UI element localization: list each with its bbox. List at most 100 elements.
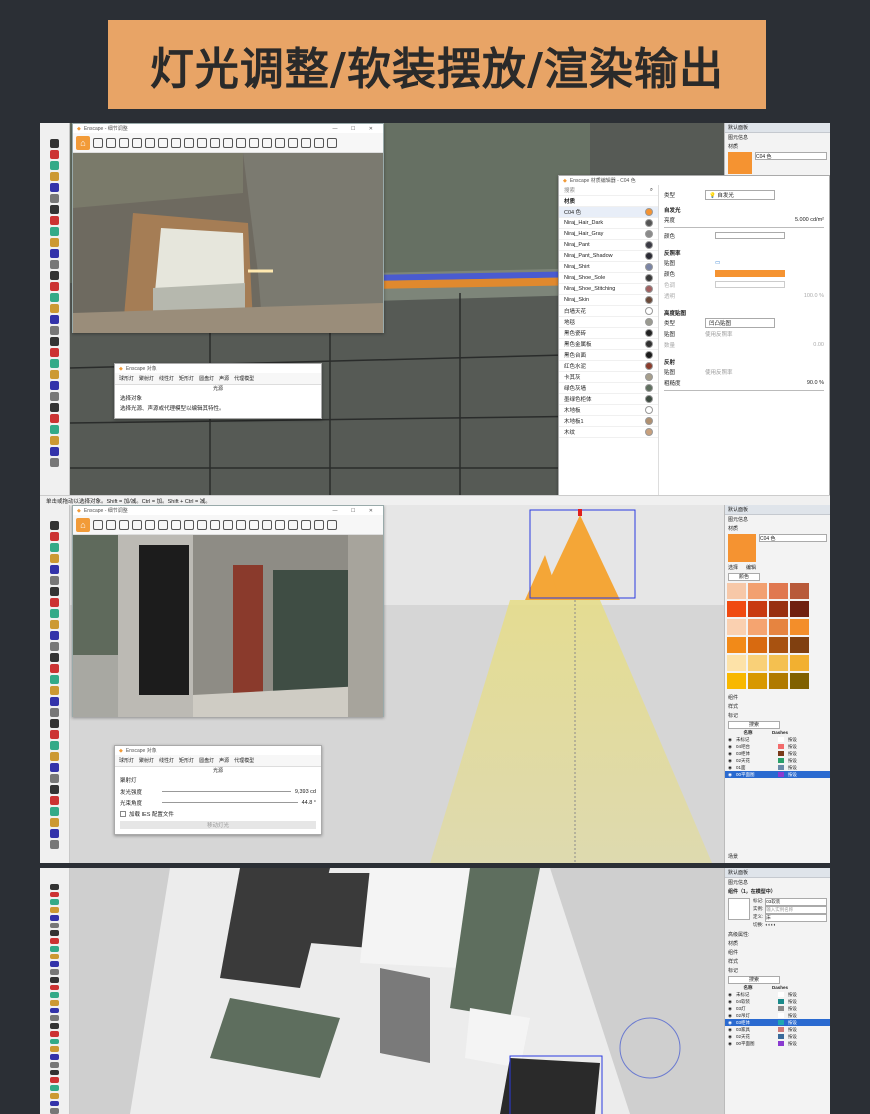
tool-icon[interactable] [50, 370, 59, 379]
tool-icon[interactable] [50, 414, 59, 423]
tag-row[interactable]: ◉ 00平面图 按设 [725, 771, 830, 778]
tag-dash[interactable]: 按设 [788, 737, 797, 743]
tool-icon[interactable] [50, 1030, 59, 1037]
tag-row[interactable]: ◉ 02天花 按设 [725, 757, 830, 764]
material-item[interactable]: 墨绿色柜体 [559, 394, 658, 405]
tool-disk-light[interactable]: 圆盘灯 [199, 757, 214, 764]
tool-icon[interactable] [50, 150, 59, 159]
tool-icon[interactable] [50, 914, 59, 921]
tray-entity[interactable]: 图元信息 [725, 515, 830, 524]
tag-color[interactable] [777, 992, 784, 997]
render-view-2[interactable] [73, 535, 383, 717]
tool-icon[interactable] [50, 447, 59, 456]
tool-icon[interactable] [50, 945, 59, 952]
tool-icon[interactable] [50, 752, 59, 761]
tool-icon[interactable] [50, 1077, 59, 1084]
window-controls[interactable]: — ☐ ✕ [333, 126, 379, 132]
tool-icon[interactable] [223, 137, 233, 148]
eye-icon[interactable]: ◉ [728, 758, 732, 764]
tool-icon[interactable] [197, 137, 207, 148]
sketchup-toolbar-3[interactable] [40, 868, 70, 1114]
tool-icon[interactable] [132, 137, 142, 148]
tag-dash[interactable]: 按设 [788, 1041, 797, 1047]
tag-dash[interactable]: 按设 [788, 758, 797, 764]
tool-icon[interactable] [50, 807, 59, 816]
tint-box[interactable] [715, 281, 786, 288]
tool-icon[interactable] [249, 519, 259, 530]
material-name[interactable]: C04 色 [755, 152, 827, 160]
tool-icon[interactable] [50, 930, 59, 937]
tool-rect-light[interactable]: 矩形灯 [179, 757, 194, 764]
tool-icon[interactable] [184, 519, 194, 530]
tool-icon[interactable] [50, 829, 59, 838]
tool-icon[interactable] [50, 139, 59, 148]
angle-value[interactable]: 44.8 ° [302, 800, 316, 806]
tag-value[interactable]: 03软装 [765, 898, 827, 906]
sketchup-toolbar-2[interactable] [40, 505, 70, 863]
tag-dash[interactable]: 按设 [788, 1006, 797, 1012]
tool-icon[interactable] [50, 403, 59, 412]
tray-tags[interactable]: 标记 [725, 711, 830, 720]
tool-icon[interactable] [50, 425, 59, 434]
tool-icon[interactable] [288, 137, 298, 148]
palette-select[interactable]: 颜色 [728, 573, 761, 581]
eye-icon[interactable]: ◉ [728, 1027, 732, 1033]
tool-icon[interactable] [50, 1023, 59, 1029]
tool-icon[interactable] [327, 137, 337, 148]
tag-color[interactable] [777, 772, 784, 777]
tool-icon[interactable] [50, 609, 59, 618]
tool-icon[interactable] [50, 953, 59, 960]
tool-icon[interactable] [50, 304, 59, 313]
material-item[interactable]: 木纹 [559, 427, 658, 438]
tag-row[interactable]: ◉ 未标记 按设 [725, 736, 830, 743]
window-controls[interactable]: — ☐ ✕ [333, 508, 379, 514]
tool-icon[interactable] [275, 137, 285, 148]
tool-icon[interactable] [301, 137, 311, 148]
eye-icon[interactable]: ◉ [728, 999, 732, 1005]
tool-icon[interactable] [50, 543, 59, 552]
tool-icon[interactable] [50, 774, 59, 783]
tool-icon[interactable] [50, 161, 59, 170]
tool-icon[interactable] [50, 697, 59, 706]
type-select[interactable]: 💡 自发光 [705, 189, 776, 200]
tool-icon[interactable] [158, 519, 168, 530]
tool-line-light[interactable]: 线性灯 [159, 757, 174, 764]
angle-slider[interactable] [162, 802, 298, 803]
tool-icon[interactable] [50, 1069, 59, 1076]
sketchup-toolbar-1[interactable] [40, 123, 70, 505]
tag-row[interactable]: ◉ 00平面图 按设 [725, 1040, 830, 1047]
tool-icon[interactable] [50, 271, 59, 280]
tool-icon[interactable] [50, 315, 59, 324]
eye-icon[interactable]: ◉ [728, 1006, 732, 1012]
tag-row[interactable]: ◉ 03家具 按设 [725, 1026, 830, 1033]
material-item[interactable]: Niraj_Shirt [559, 262, 658, 273]
tag-row[interactable]: ◉ 04吧台 按设 [725, 743, 830, 750]
tool-icon[interactable] [106, 519, 116, 530]
tool-icon[interactable] [50, 1092, 59, 1099]
tool-icon[interactable] [314, 137, 324, 148]
tool-icon[interactable] [145, 137, 155, 148]
tag-color[interactable] [777, 1041, 784, 1046]
tool-icon[interactable] [50, 587, 59, 596]
material-item[interactable]: 木地板1 [559, 416, 658, 427]
tool-icon[interactable] [223, 519, 233, 530]
tool-icon[interactable] [50, 796, 59, 805]
material-item[interactable]: Niraj_Pant [559, 240, 658, 251]
tool-icon[interactable] [50, 922, 59, 929]
tray-material[interactable]: 材质 [725, 939, 830, 948]
folder-icon[interactable]: ▭ [715, 260, 720, 266]
tool-icon[interactable] [184, 137, 194, 148]
eye-icon[interactable]: ◉ [728, 1041, 732, 1047]
tool-icon[interactable] [50, 818, 59, 827]
material-name[interactable]: C04 色 [759, 534, 827, 542]
tag-row[interactable]: ◉ 04软装 按设 [725, 998, 830, 1005]
brightness-value[interactable]: 5.000 cd/m² [795, 217, 824, 223]
tool-icon[interactable] [50, 1007, 59, 1014]
tool-spot-light[interactable]: 聚射灯 [139, 757, 154, 764]
material-swatch[interactable] [728, 152, 752, 174]
tool-icon[interactable] [236, 137, 246, 148]
tool-icon[interactable] [50, 1100, 59, 1107]
tool-icon[interactable] [50, 884, 59, 890]
tool-icon[interactable] [50, 620, 59, 629]
move-light-button[interactable]: 移动灯光 [120, 821, 316, 829]
